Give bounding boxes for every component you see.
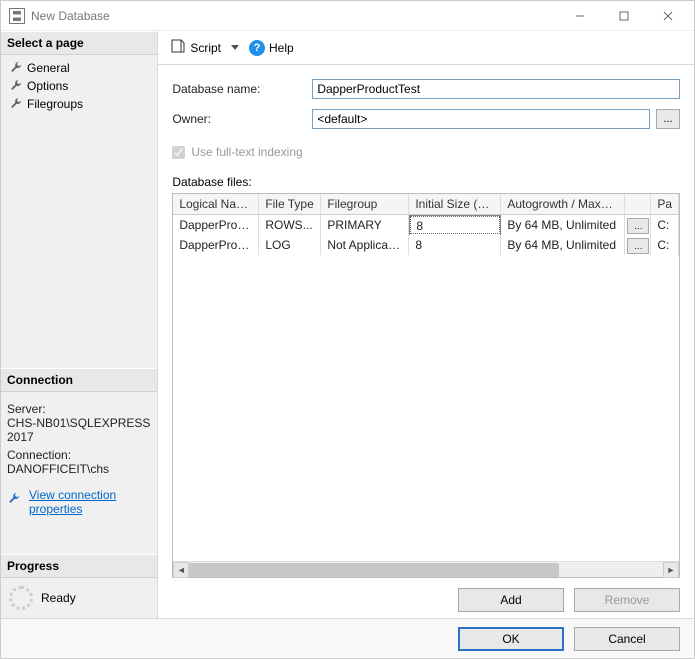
wrench-icon <box>9 79 23 93</box>
window-title: New Database <box>31 9 558 23</box>
select-page-heading: Select a page <box>1 31 157 55</box>
toolbar: Script ? Help <box>158 31 694 65</box>
wrench-icon <box>9 61 23 75</box>
help-label: Help <box>269 41 294 55</box>
col-file-type[interactable]: File Type <box>259 194 321 215</box>
server-value: CHS-NB01\SQLEXPRESS2017 <box>7 416 151 444</box>
minimize-button[interactable] <box>558 2 602 30</box>
col-autogrowth[interactable]: Autogrowth / Maxsize <box>501 194 625 215</box>
cell-filegroup[interactable]: PRIMARY <box>321 215 409 235</box>
col-logical-name[interactable]: Logical Name <box>173 194 259 215</box>
ok-button[interactable]: OK <box>458 627 564 651</box>
table-header: Logical Name File Type Filegroup Initial… <box>173 194 679 215</box>
close-button[interactable] <box>646 2 690 30</box>
cancel-label: Cancel <box>608 632 645 646</box>
col-autogrowth-button <box>625 194 651 215</box>
page-item-general[interactable]: General <box>3 59 155 77</box>
progress-box: Ready <box>1 578 157 618</box>
cell-path[interactable]: C: <box>651 235 679 255</box>
chevron-down-icon[interactable] <box>231 45 239 50</box>
db-name-label: Database name: <box>172 82 312 96</box>
col-filegroup[interactable]: Filegroup <box>321 194 409 215</box>
progress-status: Ready <box>41 591 76 605</box>
scroll-left-arrow-icon[interactable]: ◄ <box>173 562 189 578</box>
cell-type[interactable]: ROWS... <box>259 215 321 235</box>
page-item-filegroups[interactable]: Filegroups <box>3 95 155 113</box>
content-area: Database name: Owner: ... Use full-text … <box>158 65 694 618</box>
page-item-label: Filegroups <box>27 97 83 111</box>
titlebar: New Database <box>1 1 694 31</box>
wrench-icon <box>9 97 23 111</box>
cell-name[interactable]: DapperProd... <box>173 235 259 255</box>
owner-input[interactable] <box>312 109 650 129</box>
db-name-input[interactable] <box>312 79 680 99</box>
ok-label: OK <box>502 632 519 646</box>
connection-box: Server: CHS-NB01\SQLEXPRESS2017 Connecti… <box>1 392 157 524</box>
scroll-right-arrow-icon[interactable]: ► <box>663 562 679 578</box>
fulltext-label: Use full-text indexing <box>191 145 302 159</box>
table-row[interactable]: DapperProd... LOG Not Applicable 8 By 64… <box>173 235 679 255</box>
dialog-buttons: OK Cancel <box>1 618 694 658</box>
scroll-track[interactable] <box>189 563 663 577</box>
scroll-thumb[interactable] <box>189 563 558 577</box>
right-panel: Script ? Help Database name: Owner: ... … <box>158 31 694 618</box>
col-initial-size[interactable]: Initial Size (MB) <box>409 194 501 215</box>
help-button[interactable]: ? Help <box>245 38 298 58</box>
table-row[interactable]: DapperProd... ROWS... PRIMARY 8 By 64 MB… <box>173 215 679 235</box>
cell-grow-button[interactable]: ... <box>625 215 651 235</box>
maximize-button[interactable] <box>602 2 646 30</box>
help-icon: ? <box>249 40 265 56</box>
page-list: General Options Filegroups <box>1 55 157 117</box>
add-label: Add <box>500 593 521 607</box>
database-files-table: Logical Name File Type Filegroup Initial… <box>172 193 680 578</box>
progress-spinner-icon <box>9 586 33 610</box>
page-item-label: Options <box>27 79 68 93</box>
cell-grow[interactable]: By 64 MB, Unlimited <box>501 235 625 255</box>
wrench-icon <box>7 492 21 506</box>
page-item-options[interactable]: Options <box>3 77 155 95</box>
horizontal-scrollbar[interactable]: ◄ ► <box>173 561 679 577</box>
owner-label: Owner: <box>172 112 312 126</box>
left-panel: Select a page General Options Filegroups… <box>1 31 158 618</box>
view-connection-properties-link[interactable]: View connection properties <box>29 488 151 516</box>
connection-value: DANOFFICEIT\chs <box>7 462 151 476</box>
cell-size[interactable]: 8 <box>409 215 501 235</box>
script-icon <box>170 38 186 57</box>
window-controls <box>558 2 690 30</box>
connection-label: Connection: <box>7 448 151 462</box>
script-label: Script <box>190 41 221 55</box>
page-item-label: General <box>27 61 70 75</box>
add-button[interactable]: Add <box>458 588 564 612</box>
cancel-button[interactable]: Cancel <box>574 627 680 651</box>
cell-filegroup[interactable]: Not Applicable <box>321 235 409 255</box>
cell-name[interactable]: DapperProd... <box>173 215 259 235</box>
table-body: DapperProd... ROWS... PRIMARY 8 By 64 MB… <box>173 215 679 561</box>
cell-type[interactable]: LOG <box>259 235 321 255</box>
remove-button[interactable]: Remove <box>574 588 680 612</box>
app-icon <box>9 8 25 24</box>
script-button[interactable]: Script <box>166 36 225 59</box>
cell-size[interactable]: 8 <box>409 235 501 255</box>
database-files-label: Database files: <box>172 175 680 189</box>
server-label: Server: <box>7 402 151 416</box>
owner-browse-button[interactable]: ... <box>656 109 680 129</box>
fulltext-checkbox <box>172 146 185 159</box>
cell-grow-button[interactable]: ... <box>625 235 651 255</box>
cell-grow[interactable]: By 64 MB, Unlimited <box>501 215 625 235</box>
col-path[interactable]: Pa <box>651 194 679 215</box>
remove-label: Remove <box>605 593 650 607</box>
progress-heading: Progress <box>1 554 157 578</box>
cell-path[interactable]: C: <box>651 215 679 235</box>
connection-heading: Connection <box>1 368 157 392</box>
